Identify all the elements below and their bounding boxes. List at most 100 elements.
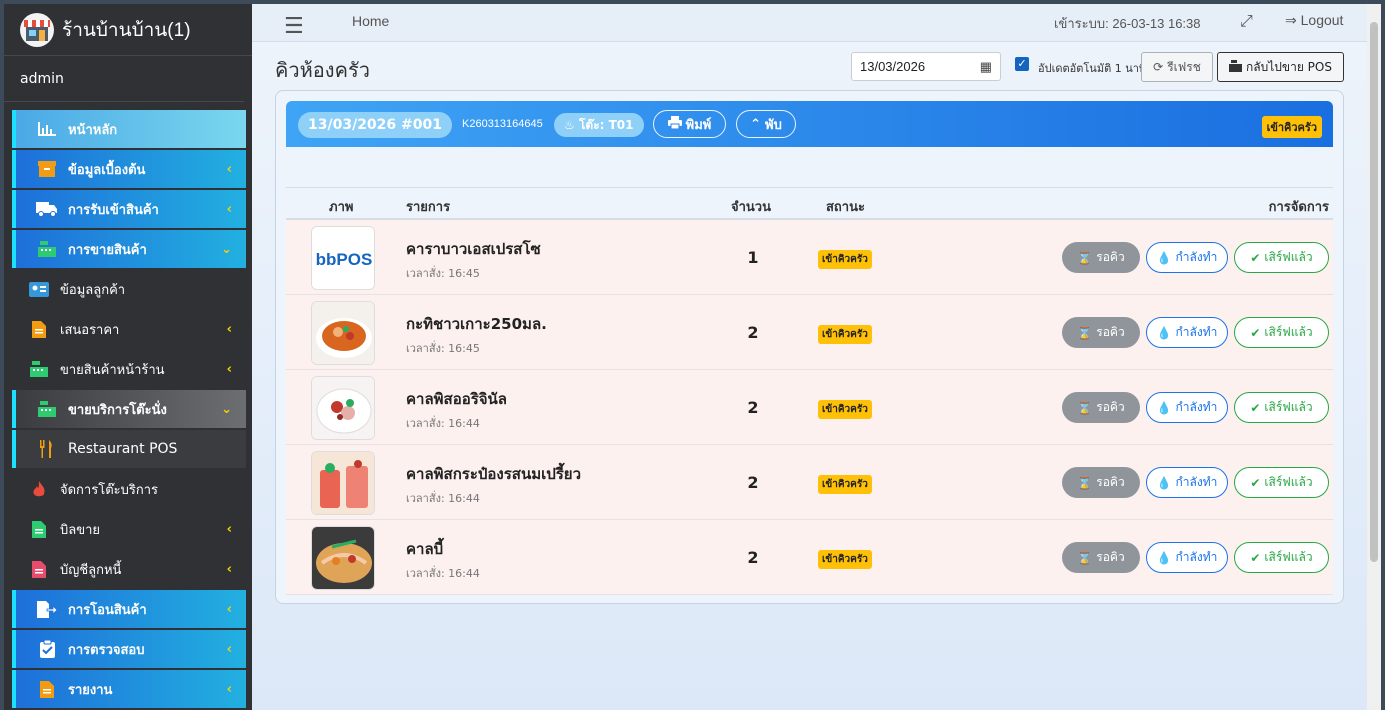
item-time: เวลาสั่ง: 16:44: [406, 417, 480, 430]
check-circle-icon: ✔: [1250, 475, 1261, 490]
table-row: กะทิชาวเกาะ250มล. เวลาสั่ง: 16:45 2 เข้า…: [286, 295, 1333, 370]
cooking-button[interactable]: 💧 กำลังทำ: [1146, 242, 1228, 273]
sidebar-item-transfer[interactable]: การโอนสินค้า ‹: [12, 590, 246, 628]
served-button[interactable]: ✔ เสิร์ฟแล้ว: [1234, 317, 1329, 348]
chevron-down-icon: ⌄: [221, 241, 232, 257]
document-icon: [28, 520, 50, 538]
scrollbar-thumb[interactable]: [1370, 22, 1378, 562]
chevron-left-icon: ‹: [226, 601, 232, 617]
hourglass-icon: ⌛: [1077, 325, 1093, 340]
login-time: เข้าระบบ: 26-03-13 16:38: [1054, 16, 1201, 31]
refresh-icon: ⟳: [1153, 60, 1164, 74]
truck-icon: [36, 201, 58, 217]
check-circle-icon: ✔: [1250, 550, 1261, 565]
wait-label: รอคิว: [1096, 325, 1125, 339]
main-content: ☰ Home เข้าระบบ: 26-03-13 16:38 ⤢ ⇒ Logo…: [252, 4, 1367, 710]
cash-register-icon: [1229, 59, 1242, 75]
cooking-button[interactable]: 💧 กำลังทำ: [1146, 392, 1228, 423]
order-header: 13/03/2026 #001 K260313164645 ♨ โต๊ะ: T0…: [286, 101, 1333, 147]
sidebar-item-label: เสนอราคา: [60, 322, 120, 338]
item-time: เวลาสั่ง: 16:44: [406, 567, 480, 580]
page-title: คิวห้องครัว: [275, 58, 370, 82]
wait-label: รอคิว: [1096, 550, 1125, 564]
chevron-left-icon: ‹: [226, 361, 232, 377]
sidebar-item-customers[interactable]: ข้อมูลลูกค้า: [12, 270, 246, 308]
scrollbar[interactable]: [1367, 4, 1381, 710]
utensils-icon: [36, 440, 58, 458]
wait-button[interactable]: ⌛ รอคิว: [1062, 392, 1140, 423]
chair-icon: ♨: [564, 118, 575, 132]
sidebar-item-basic-data[interactable]: ข้อมูลเบื้องต้น ‹: [12, 150, 246, 188]
cash-register-icon: [36, 241, 58, 257]
sidebar-item-sales-bills[interactable]: บิลขาย ‹: [12, 510, 246, 548]
item-time: เวลาสั่ง: 16:45: [406, 267, 480, 280]
sidebar-item-inspection[interactable]: การตรวจสอบ ‹: [12, 630, 246, 668]
served-button[interactable]: ✔ เสิร์ฟแล้ว: [1234, 392, 1329, 423]
served-label: เสิร์ฟแล้ว: [1264, 325, 1313, 339]
user-name: admin: [4, 56, 244, 102]
sidebar-item-label: รายงาน: [68, 682, 113, 698]
auto-update-checkbox[interactable]: ✓: [1015, 57, 1029, 71]
sidebar-item-storefront-sales[interactable]: ขายสินค้าหน้าร้าน ‹: [12, 350, 246, 388]
sidebar-item-table-service[interactable]: ขายบริการโต๊ะนั่ง ⌄: [12, 390, 246, 428]
sidebar-item-quotation[interactable]: เสนอราคา ‹: [12, 310, 246, 348]
document-icon: [28, 320, 50, 338]
hourglass-icon: ⌛: [1077, 475, 1093, 490]
document-icon: [28, 560, 50, 578]
collapse-button[interactable]: ⌃ พับ: [736, 110, 796, 138]
sidebar-item-label: ข้อมูลเบื้องต้น: [68, 162, 146, 178]
brand[interactable]: ร้านบ้านบ้าน(1): [4, 4, 252, 56]
wait-button[interactable]: ⌛ รอคิว: [1062, 542, 1140, 573]
cooking-button[interactable]: 💧 กำลังทำ: [1146, 467, 1228, 498]
served-label: เสิร์ฟแล้ว: [1264, 550, 1313, 564]
wait-label: รอคิว: [1096, 400, 1125, 414]
fire-icon: 💧: [1156, 475, 1172, 490]
calendar-icon[interactable]: ▦: [980, 53, 992, 80]
report-icon: [36, 680, 58, 698]
back-to-pos-button[interactable]: กลับไปขาย POS: [1217, 52, 1344, 82]
sidebar-item-label: ขายบริการโต๊ะนั่ง: [68, 402, 167, 418]
sidebar-item-sales[interactable]: การขายสินค้า ⌄: [12, 230, 246, 268]
hourglass-icon: ⌛: [1077, 550, 1093, 565]
sidebar-item-label: การตรวจสอบ: [68, 642, 145, 658]
fullscreen-icon[interactable]: ⤢: [1240, 11, 1253, 31]
sidebar-item-reports[interactable]: รายงาน ‹: [12, 670, 246, 708]
sidebar-item-home[interactable]: หน้าหลัก: [12, 110, 246, 148]
check-circle-icon: ✔: [1250, 400, 1261, 415]
sidebar-item-receivables[interactable]: บัญชีลูกหนี้ ‹: [12, 550, 246, 588]
svg-text:bbPOS: bbPOS: [316, 250, 373, 269]
cooking-button[interactable]: 💧 กำลังทำ: [1146, 542, 1228, 573]
wait-button[interactable]: ⌛ รอคิว: [1062, 467, 1140, 498]
logout-icon: ⇒: [1285, 12, 1297, 28]
wait-button[interactable]: ⌛ รอคิว: [1062, 242, 1140, 273]
sidebar-item-manage-tables[interactable]: จัดการโต๊ะบริการ: [12, 470, 246, 508]
logout-label: Logout: [1300, 12, 1344, 28]
hamburger-menu-icon[interactable]: ☰: [284, 14, 304, 39]
sidebar-item-restaurant-pos[interactable]: Restaurant POS: [12, 430, 246, 468]
sidebar-item-label: บิลขาย: [60, 522, 101, 538]
table-header: ภาพ รายการ จำนวน สถานะ การจัดการ: [286, 187, 1333, 220]
served-button[interactable]: ✔ เสิร์ฟแล้ว: [1234, 467, 1329, 498]
fire-icon: [28, 480, 50, 498]
wait-button[interactable]: ⌛ รอคิว: [1062, 317, 1140, 348]
sidebar-item-label: หน้าหลัก: [68, 122, 118, 138]
served-button[interactable]: ✔ เสิร์ฟแล้ว: [1234, 542, 1329, 573]
date-field[interactable]: 13/03/2026 ▦: [851, 52, 1001, 81]
date-value: 13/03/2026: [860, 59, 926, 74]
cooking-label: กำลังทำ: [1175, 400, 1218, 414]
cooking-button[interactable]: 💧 กำลังทำ: [1146, 317, 1228, 348]
item-qty: 1: [747, 248, 759, 267]
fire-icon: 💧: [1156, 325, 1172, 340]
served-button[interactable]: ✔ เสิร์ฟแล้ว: [1234, 242, 1329, 273]
item-image: [311, 301, 375, 365]
chevron-left-icon: ‹: [226, 681, 232, 697]
table-row: คาลพิสกระป๋องรสนมเปรี้ยว เวลาสั่ง: 16:44…: [286, 445, 1333, 520]
logout-button[interactable]: ⇒ Logout: [1285, 12, 1343, 29]
chevron-up-icon: ⌃: [750, 116, 762, 132]
item-qty: 2: [747, 548, 759, 567]
print-button[interactable]: พิมพ์: [653, 110, 726, 138]
sidebar-item-receiving[interactable]: การรับเข้าสินค้า ‹: [12, 190, 246, 228]
home-link[interactable]: Home: [352, 13, 389, 29]
sidebar: ร้านบ้านบ้าน(1) admin หน้าหลัก ข้อมูลเบื…: [4, 4, 252, 710]
refresh-button[interactable]: ⟳ รีเฟรช: [1141, 52, 1213, 82]
